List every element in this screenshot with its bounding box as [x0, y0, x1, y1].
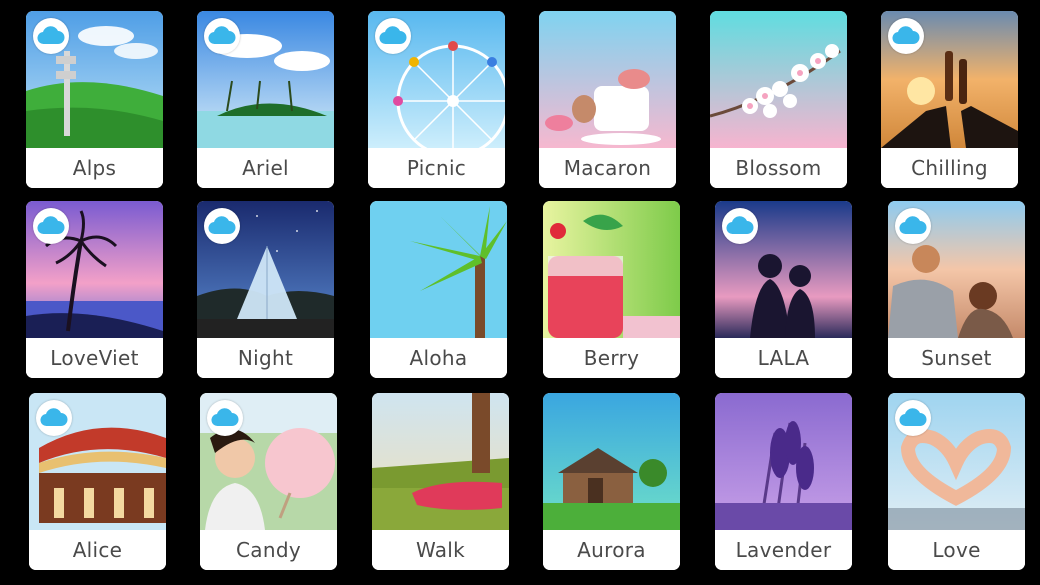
filter-label: Picnic: [368, 148, 505, 188]
filter-label: Blossom: [710, 148, 847, 188]
filter-label: Aurora: [543, 530, 680, 570]
cloud-download-icon: [895, 208, 931, 244]
filter-card-aurora[interactable]: Aurora: [543, 393, 680, 570]
filter-card-lavender[interactable]: Lavender: [715, 393, 852, 570]
filter-thumbnail: [715, 393, 852, 530]
filter-card-walk[interactable]: Walk: [372, 393, 509, 570]
filter-label: Lavender: [715, 530, 852, 570]
filter-label: Candy: [200, 530, 337, 570]
filter-label: Chilling: [881, 148, 1018, 188]
filter-card-chilling[interactable]: Chilling: [881, 11, 1018, 188]
filter-card-love[interactable]: Love: [888, 393, 1025, 570]
filter-card-aloha[interactable]: Aloha: [370, 201, 507, 378]
filter-card-berry[interactable]: Berry: [543, 201, 680, 378]
filter-thumbnail: [543, 393, 680, 530]
filter-label: Alice: [29, 530, 166, 570]
cloud-download-icon: [722, 208, 758, 244]
filter-label: Berry: [543, 338, 680, 378]
filter-card-lala[interactable]: LALA: [715, 201, 852, 378]
filter-thumbnail: [710, 11, 847, 148]
filter-label: Sunset: [888, 338, 1025, 378]
cloud-download-icon: [33, 208, 69, 244]
cloud-download-icon: [204, 18, 240, 54]
filter-label: Night: [197, 338, 334, 378]
filter-label: Ariel: [197, 148, 334, 188]
filter-label: Love: [888, 530, 1025, 570]
cloud-download-icon: [204, 208, 240, 244]
cloud-download-icon: [33, 18, 69, 54]
filter-label: Macaron: [539, 148, 676, 188]
filter-card-candy[interactable]: Candy: [200, 393, 337, 570]
filter-card-night[interactable]: Night: [197, 201, 334, 378]
filter-thumbnail: [543, 201, 680, 338]
filter-label: LoveViet: [26, 338, 163, 378]
filter-card-sunset[interactable]: Sunset: [888, 201, 1025, 378]
cloud-download-icon: [888, 18, 924, 54]
filter-card-ariel[interactable]: Ariel: [197, 11, 334, 188]
cloud-download-icon: [375, 18, 411, 54]
filter-card-blossom[interactable]: Blossom: [710, 11, 847, 188]
filter-card-loveviet[interactable]: LoveViet: [26, 201, 163, 378]
filter-thumbnail: [539, 11, 676, 148]
filter-label: Alps: [26, 148, 163, 188]
filter-card-macaron[interactable]: Macaron: [539, 11, 676, 188]
filter-card-alps[interactable]: Alps: [26, 11, 163, 188]
filter-thumbnail: [372, 393, 509, 530]
cloud-download-icon: [895, 400, 931, 436]
filter-label: Aloha: [370, 338, 507, 378]
filter-label: Walk: [372, 530, 509, 570]
filter-label: LALA: [715, 338, 852, 378]
filter-card-picnic[interactable]: Picnic: [368, 11, 505, 188]
filter-card-alice[interactable]: Alice: [29, 393, 166, 570]
cloud-download-icon: [36, 400, 72, 436]
filter-thumbnail: [370, 201, 507, 338]
cloud-download-icon: [207, 400, 243, 436]
